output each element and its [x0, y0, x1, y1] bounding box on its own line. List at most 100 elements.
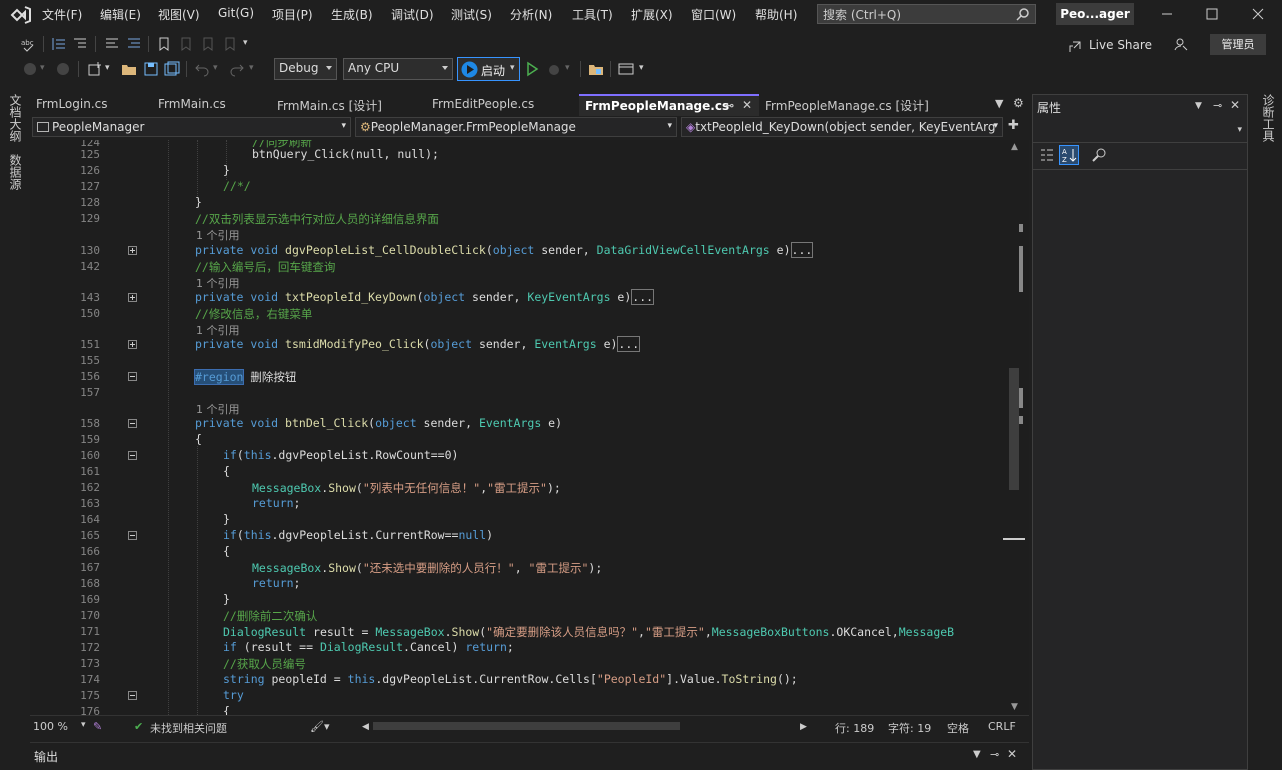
- undo-icon[interactable]: [194, 61, 210, 77]
- chevron-down-icon[interactable]: ▾: [249, 63, 254, 73]
- minimize-icon[interactable]: [1160, 7, 1174, 21]
- platform-dropdown[interactable]: Any CPU: [343, 58, 453, 80]
- maximize-icon[interactable]: [1205, 7, 1219, 21]
- tab-frmpeoplemanage-designer[interactable]: FrmPeopleManage.cs [设计]: [759, 94, 973, 116]
- window-layout-icon[interactable]: [618, 61, 634, 77]
- forward-icon[interactable]: [55, 61, 71, 77]
- char-indicator[interactable]: 字符: 19: [888, 720, 931, 736]
- expand-icon[interactable]: [128, 340, 137, 349]
- close-icon[interactable]: ✕: [742, 98, 752, 112]
- alphabetical-icon[interactable]: AZ: [1059, 145, 1079, 165]
- menu-item[interactable]: 测试(S): [451, 6, 492, 23]
- document-outline-tab[interactable]: 文档大纲: [7, 94, 24, 142]
- next-bookmark-icon[interactable]: [200, 36, 216, 52]
- comment-icon[interactable]: [104, 36, 120, 52]
- pin-icon[interactable]: ⊸: [725, 99, 734, 112]
- run-without-debug-icon[interactable]: [524, 61, 540, 77]
- visual-studio-logo-icon[interactable]: [10, 5, 32, 25]
- scroll-thumb[interactable]: [1009, 368, 1019, 490]
- tab-frmpeoplemanage[interactable]: FrmPeopleManage.cs ⊸ ✕: [579, 94, 759, 116]
- member-dropdown[interactable]: ◈txtPeopleId_KeyDown(object sender, KeyE…: [681, 117, 1003, 137]
- categorized-icon[interactable]: [1039, 147, 1055, 163]
- scroll-left-icon[interactable]: ◀: [362, 722, 369, 732]
- eol-indicator[interactable]: CRLF: [988, 720, 1016, 733]
- horizontal-scroll-thumb[interactable]: [373, 722, 680, 730]
- intellicode-icon[interactable]: ✎: [93, 720, 102, 733]
- tab-frmmain-designer[interactable]: FrmMain.cs [设计]: [271, 94, 425, 116]
- save-icon[interactable]: [143, 61, 159, 77]
- chevron-down-icon[interactable]: ▾: [81, 720, 86, 730]
- object-selector[interactable]: ▾: [1033, 119, 1247, 143]
- tab-list-dropdown-icon[interactable]: ▼: [995, 97, 1003, 110]
- pin-icon[interactable]: ⊸: [990, 748, 999, 761]
- hot-reload-icon[interactable]: [546, 61, 562, 77]
- menu-item[interactable]: 工具(T): [572, 6, 613, 23]
- save-all-icon[interactable]: [164, 61, 180, 77]
- outdent-icon[interactable]: [51, 36, 67, 52]
- live-share-label[interactable]: Live Share: [1089, 38, 1152, 52]
- spell-check-icon[interactable]: abc: [20, 36, 36, 52]
- collapse-icon[interactable]: [128, 372, 137, 381]
- property-pages-icon[interactable]: [1091, 147, 1107, 163]
- collapse-icon[interactable]: [128, 419, 137, 428]
- menu-item[interactable]: 窗口(W): [691, 6, 736, 23]
- chevron-down-icon[interactable]: ▾: [639, 63, 644, 73]
- split-editor-icon[interactable]: ✚: [1008, 118, 1019, 133]
- prev-bookmark-icon[interactable]: [178, 36, 194, 52]
- close-icon[interactable]: ✕: [1230, 98, 1240, 112]
- tab-frmeditpeople[interactable]: FrmEditPeople.cs: [426, 94, 578, 116]
- tab-frmlogin[interactable]: FrmLogin.cs: [30, 94, 150, 116]
- back-icon[interactable]: [22, 61, 38, 77]
- code-editor[interactable]: 124 //同步刷新 125 btnQuery_Click(null, null…: [30, 140, 1007, 715]
- diagnostic-tools-tab[interactable]: 诊断工具: [1260, 94, 1277, 142]
- new-project-icon[interactable]: [87, 61, 103, 77]
- reference-count[interactable]: 1 个引用: [196, 275, 240, 291]
- chevron-down-icon[interactable]: ▾: [565, 63, 570, 73]
- data-sources-tab[interactable]: 数据源: [7, 154, 24, 190]
- chevron-down-icon[interactable]: ▾: [40, 63, 45, 73]
- expand-icon[interactable]: [128, 293, 137, 302]
- menu-item[interactable]: 文件(F): [42, 6, 82, 23]
- reference-count[interactable]: 1 个引用: [196, 401, 240, 417]
- bookmark-icon[interactable]: [156, 36, 172, 52]
- chevron-down-icon[interactable]: ▾: [510, 63, 515, 73]
- menu-item[interactable]: 分析(N): [510, 6, 552, 23]
- pin-icon[interactable]: ⊸: [1213, 99, 1222, 112]
- search-input[interactable]: 搜索 (Ctrl+Q): [817, 4, 1036, 24]
- tab-frmmain[interactable]: FrmMain.cs: [152, 94, 269, 116]
- menu-item[interactable]: 视图(V): [158, 6, 200, 23]
- uncomment-icon[interactable]: [126, 36, 142, 52]
- scroll-right-icon[interactable]: ▶: [800, 722, 807, 732]
- code-cleanup-icon[interactable]: 🖌▾: [310, 720, 330, 733]
- scroll-down-icon[interactable]: ▼: [1011, 702, 1018, 712]
- project-dropdown[interactable]: PeopleManager ▾: [32, 117, 351, 137]
- line-indicator[interactable]: 行: 189: [835, 720, 874, 736]
- chevron-down-icon[interactable]: ▼: [973, 749, 981, 760]
- class-dropdown[interactable]: ⚙PeopleManager.FrmPeopleManage ▾: [355, 117, 677, 137]
- close-icon[interactable]: ✕: [1007, 747, 1017, 761]
- menu-item[interactable]: 项目(P): [272, 6, 313, 23]
- menu-item[interactable]: Git(G): [218, 6, 254, 20]
- menu-item[interactable]: 调试(D): [391, 6, 434, 23]
- reference-count[interactable]: 1 个引用: [196, 322, 240, 338]
- redo-icon[interactable]: [229, 61, 245, 77]
- whitespace-indicator[interactable]: 空格: [947, 720, 969, 736]
- collapse-icon[interactable]: [128, 451, 137, 460]
- menu-item[interactable]: 生成(B): [331, 6, 373, 23]
- gear-icon[interactable]: ⚙: [1013, 96, 1024, 110]
- menu-item[interactable]: 扩展(X): [631, 6, 673, 23]
- chevron-down-icon[interactable]: ▼: [1195, 101, 1202, 111]
- vertical-scrollbar[interactable]: ▲ ▼: [1003, 140, 1029, 715]
- issues-status[interactable]: 未找到相关问题: [150, 720, 227, 736]
- open-folder-icon[interactable]: [121, 61, 137, 77]
- menu-item[interactable]: 编辑(E): [100, 6, 141, 23]
- menu-item[interactable]: 帮助(H): [755, 6, 797, 23]
- solution-name-badge[interactable]: Peo...ager: [1056, 3, 1134, 25]
- browser-link-icon[interactable]: [588, 61, 604, 77]
- admin-badge[interactable]: 管理员: [1210, 34, 1266, 55]
- close-icon[interactable]: [1251, 7, 1265, 21]
- collapse-icon[interactable]: [128, 691, 137, 700]
- reference-count[interactable]: 1 个引用: [196, 227, 240, 243]
- scroll-up-icon[interactable]: ▲: [1011, 142, 1018, 152]
- chevron-down-icon[interactable]: ▾: [105, 63, 110, 73]
